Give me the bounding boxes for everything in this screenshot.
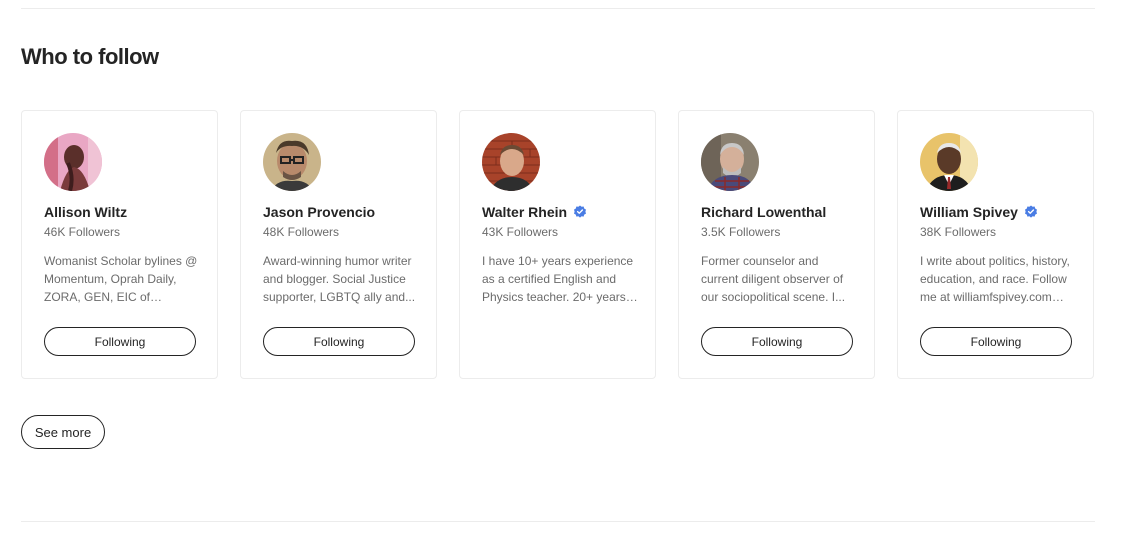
author-card: William Spivey 38K Followers I write abo… (897, 110, 1094, 379)
author-name[interactable]: Allison Wiltz (44, 204, 127, 220)
follower-count: 43K Followers (482, 225, 559, 239)
follower-count: 48K Followers (263, 225, 340, 239)
author-name[interactable]: Jason Provencio (263, 204, 375, 220)
avatar[interactable] (920, 133, 978, 191)
author-card: Walter Rhein 43K Followers I have 10+ ye… (459, 110, 656, 379)
author-name-row: Allison Wiltz (44, 204, 127, 220)
see-more-button[interactable]: See more (21, 415, 105, 449)
author-name-row: Richard Lowenthal (701, 204, 826, 220)
author-card: Richard Lowenthal 3.5K Followers Former … (678, 110, 875, 379)
top-divider (21, 8, 1095, 9)
author-name[interactable]: Walter Rhein (482, 204, 567, 220)
author-cards: Allison Wiltz 46K Followers Womanist Sch… (21, 110, 1094, 379)
follower-count: 46K Followers (44, 225, 121, 239)
author-name-row: William Spivey (920, 204, 1038, 220)
who-to-follow-page: Who to follow Allison Wiltz 46K Follower… (0, 0, 1133, 533)
author-bio: Womanist Scholar bylines @ Momentum, Opr… (44, 254, 198, 304)
following-button[interactable]: Following (701, 327, 853, 356)
verified-badge-icon (573, 205, 587, 219)
author-bio: Award-winning humor writer and blogger. … (263, 254, 416, 304)
author-bio: I have 10+ years experience as a certifi… (482, 254, 634, 304)
following-button[interactable]: Following (44, 327, 196, 356)
section-title: Who to follow (21, 44, 159, 69)
avatar[interactable] (263, 133, 321, 191)
author-bio: I write about politics, history, educati… (920, 254, 1070, 304)
following-button[interactable]: Following (263, 327, 415, 356)
follower-count: 38K Followers (920, 225, 997, 239)
author-name-row: Jason Provencio (263, 204, 375, 220)
following-button[interactable]: Following (920, 327, 1072, 356)
author-name[interactable]: William Spivey (920, 204, 1018, 220)
avatar[interactable] (482, 133, 540, 191)
author-bio: Former counselor and current diligent ob… (701, 254, 846, 304)
author-name[interactable]: Richard Lowenthal (701, 204, 826, 220)
bottom-divider (21, 521, 1095, 522)
verified-badge-icon (1024, 205, 1038, 219)
avatar[interactable] (701, 133, 759, 191)
avatar[interactable] (44, 133, 102, 191)
author-name-row: Walter Rhein (482, 204, 587, 220)
author-card: Allison Wiltz 46K Followers Womanist Sch… (21, 110, 218, 379)
follower-count: 3.5K Followers (701, 225, 781, 239)
author-card: Jason Provencio 48K Followers Award-winn… (240, 110, 437, 379)
